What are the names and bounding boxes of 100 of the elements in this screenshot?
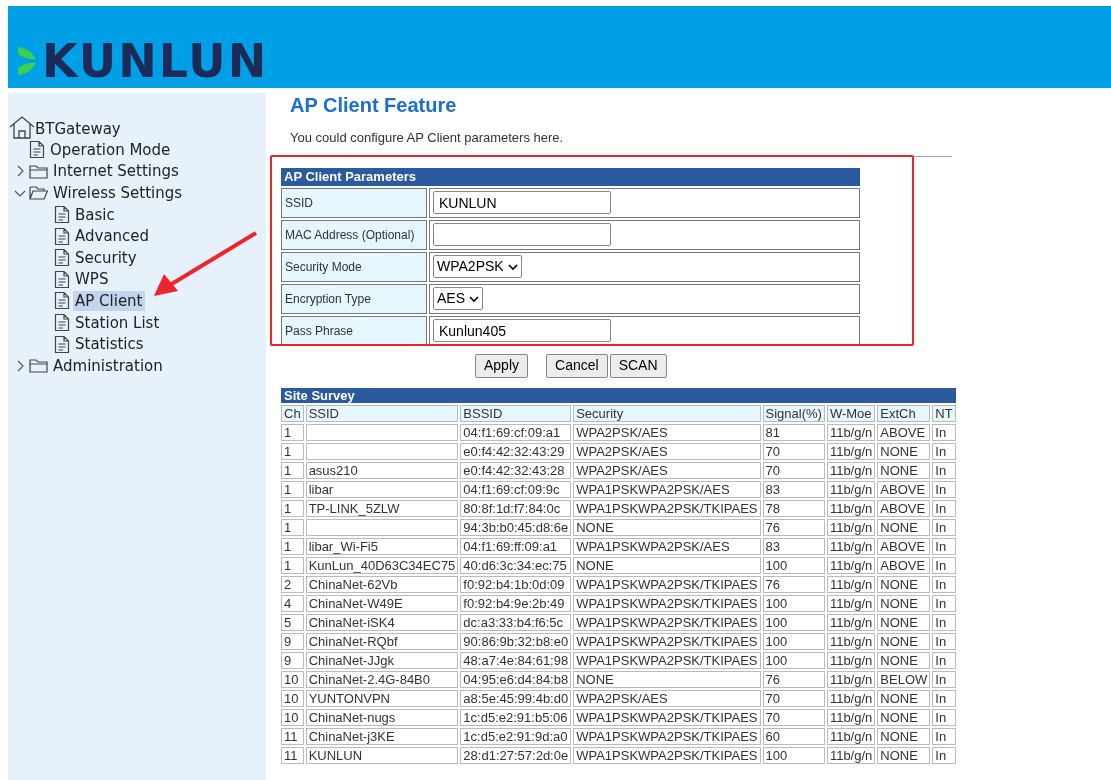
document-icon [54,334,70,354]
table-cell: WPA1PSKWPA2PSK/TKIPAES [573,746,761,764]
table-cell: 4 [281,594,304,612]
table-cell: WPA2PSK/AES [573,423,761,441]
table-cell: WPA1PSKWPA2PSK/TKIPAES [573,594,761,612]
table-cell: 1c:d5:e2:91:b5:06 [460,708,572,726]
table-cell: 1 [281,461,304,479]
table-cell: WPA2PSK/AES [573,689,761,707]
table-cell: 10 [281,670,304,688]
table-cell: 10 [281,708,304,726]
table-cell: KUNLUN [305,746,459,764]
input-field[interactable]: KUNLUN [433,191,611,214]
table-cell: WPA1PSKWPA2PSK/TKIPAES [573,575,761,593]
table-cell: KunLun_40D63C34EC75 [305,556,459,574]
button[interactable]: SCAN [609,353,667,378]
tree-root[interactable]: BTGateway [35,119,121,139]
table-cell: WPA1PSKWPA2PSK/TKIPAES [573,632,761,650]
input-field[interactable] [433,223,611,246]
table-cell: ChinaNet-W49E [305,594,459,612]
dropdown[interactable]: WPA2PSK [433,255,522,278]
tree-item[interactable]: Statistics [73,334,146,355]
table-cell: 1 [281,518,304,536]
table-header: Site Survey [281,387,956,403]
table-cell: 1 [281,537,304,555]
table-cell: 70 [762,461,825,479]
tree-item[interactable]: Station List [73,312,162,333]
table-cell: libar_Wi-Fi5 [305,537,459,555]
tree-item[interactable]: Wireless Settings [51,183,185,203]
logo: KUNLUN [42,38,269,84]
input-field[interactable]: Kunlun405 [433,319,611,342]
table-cell: In [932,708,956,726]
table-cell: WPA1PSKWPA2PSK/TKIPAES [573,499,761,517]
button[interactable]: Apply [475,353,529,378]
tree-item[interactable]: Basic [73,204,117,225]
table-cell: NONE [877,689,931,707]
table-cell: NONE [573,670,761,688]
table-cell: 1 [281,556,304,574]
table-cell: 80:8f:1d:f7:84:0c [460,499,572,517]
table-cell: NONE [573,518,761,536]
table-cell: In [932,537,956,555]
table-cell: In [932,632,956,650]
table-cell: WPA2PSK/AES [573,461,761,479]
document-icon [54,269,70,289]
table-cell: f0:92:b4:1b:0d:09 [460,575,572,593]
table-cell: NONE [877,461,931,479]
table-cell: ChinaNet-iSK4 [305,613,459,631]
table-cell: NONE [877,442,931,460]
tree-item[interactable]: AP Client [73,290,145,311]
table-cell: 5 [281,613,304,631]
table-cell: 100 [762,556,825,574]
table-cell: 90:86:9b:32:b8:e0 [460,632,572,650]
table-cell: 76 [762,518,825,536]
table-cell: TP-LINK_5ZLW [305,499,459,517]
document-icon [54,291,70,311]
table-cell: 78 [762,499,825,517]
table-cell: 60 [762,727,825,745]
home-icon [9,115,35,139]
document-icon [54,248,70,268]
table-cell: In [932,442,956,460]
table-cell: WPA1PSKWPA2PSK/TKIPAES [573,727,761,745]
table-cell: 76 [762,575,825,593]
table-cell: In [932,727,956,745]
table-cell: 70 [762,689,825,707]
table-cell: e0:f4:42:32:43:28 [460,461,572,479]
table-cell: 11 [281,727,304,745]
tree-item[interactable]: Operation Mode [48,139,173,160]
dropdown[interactable]: AES [433,287,483,310]
table-cell: 83 [762,480,825,498]
table-cell: 100 [762,746,825,764]
table-cell: ChinaNet-RQbf [305,632,459,650]
tree-item[interactable]: WPS [73,269,111,290]
table-cell: 1c:d5:e2:91:9d:a0 [460,727,572,745]
table-cell: 04:95:e6:d4:84:b8 [460,670,572,688]
table-cell: 04:f1:69:ff:09:a1 [460,537,572,555]
table-cell: ABOVE [877,537,931,555]
table-cell: 11b/g/n [826,442,876,460]
table-cell: 100 [762,594,825,612]
table-cell: ChinaNet-2.4G-84B0 [305,670,459,688]
column-header: Security [573,404,761,422]
table-cell: 94:3b:b0:45:d8:6e [460,518,572,536]
button[interactable]: Cancel [546,353,608,378]
table-cell: ChinaNet-j3KE [305,727,459,745]
table-cell: 11 [281,746,304,764]
tree-item[interactable]: Advanced [73,226,152,247]
tree-item[interactable]: Security [73,247,139,268]
table-cell: 11b/g/n [826,461,876,479]
table-cell: 10 [281,689,304,707]
field-label: SSID [281,187,427,218]
table-cell: 1 [281,499,304,517]
chevron-down-icon[interactable] [13,188,26,198]
table-cell: ChinaNet-nugs [305,708,459,726]
table-cell: WPA1PSKWPA2PSK/TKIPAES [573,651,761,669]
table-cell: 11b/g/n [826,575,876,593]
table-cell: ABOVE [877,480,931,498]
table-cell: a8:5e:45:99:4b:d0 [460,689,572,707]
tree-item[interactable]: Administration [51,355,165,376]
column-header: W-Moe [826,404,876,422]
tree-item[interactable]: Internet Settings [51,161,181,182]
field-label: Security Mode [281,251,427,282]
table-cell: asus210 [305,461,459,479]
